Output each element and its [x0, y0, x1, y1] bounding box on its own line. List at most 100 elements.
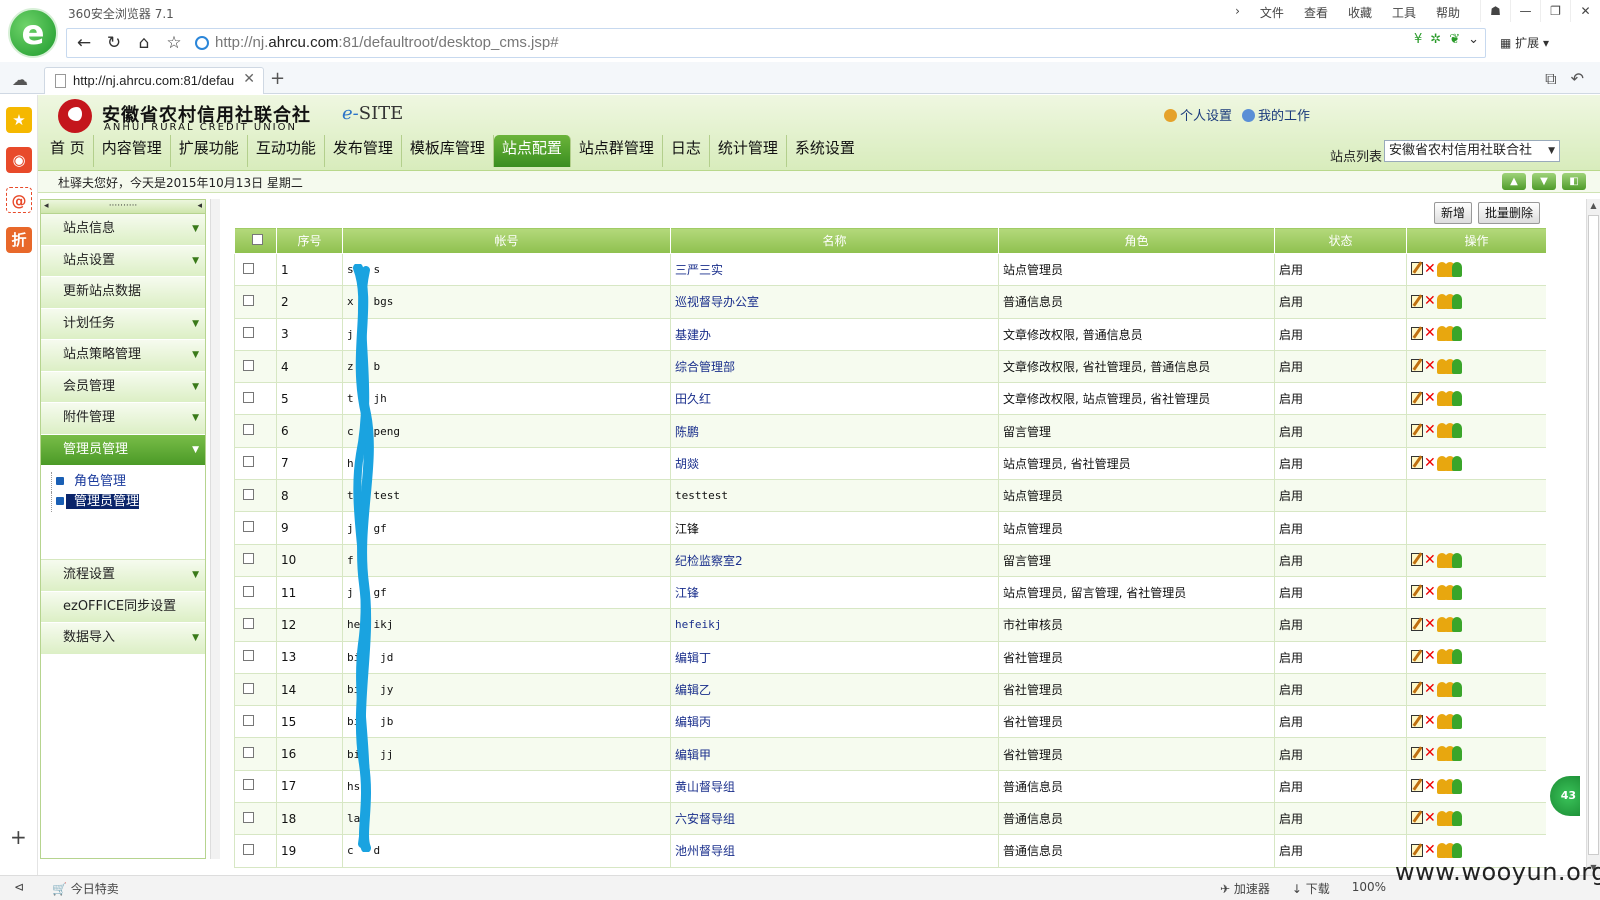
assign-role-icon[interactable]	[1436, 422, 1463, 439]
menu-arrow-icon[interactable]: ›	[1235, 4, 1240, 21]
edit-icon[interactable]	[1411, 262, 1423, 276]
table-row[interactable]: 11 j gf 江锋 站点管理员, 留言管理, 省社管理员 启用 ✕	[234, 575, 1546, 610]
cell-name[interactable]: 编辑乙	[670, 672, 999, 707]
leaf-icon[interactable]: ❦	[1449, 32, 1460, 47]
row-checkbox[interactable]	[243, 843, 254, 855]
edit-icon[interactable]	[1411, 682, 1423, 696]
sidebar-item-ezoffice-sync[interactable]: ezOFFICE同步设置	[41, 591, 205, 623]
delete-icon[interactable]: ✕	[1424, 423, 1436, 437]
batch-delete-button[interactable]: 批量删除	[1478, 202, 1541, 224]
assign-role-icon[interactable]	[1436, 713, 1463, 730]
refresh-icon[interactable]: ↻	[99, 29, 129, 57]
collapse-up-icon[interactable]: ▲	[1502, 173, 1526, 190]
sidebar-item-site-settings[interactable]: 站点设置 ▼	[41, 245, 205, 277]
delete-icon[interactable]: ✕	[1424, 294, 1436, 308]
sidebar-item-attachments[interactable]: 附件管理 ▼	[41, 403, 205, 435]
row-checkbox[interactable]	[243, 585, 254, 597]
edit-icon[interactable]	[1411, 714, 1423, 728]
edit-icon[interactable]	[1411, 294, 1423, 308]
nav-site-config[interactable]: 站点配置	[493, 135, 571, 167]
discount-icon[interactable]: 折	[6, 227, 32, 253]
side-menu-scrollbar[interactable]	[210, 199, 220, 859]
select-all-checkbox[interactable]	[252, 233, 263, 245]
add-button[interactable]: 新增	[1434, 202, 1473, 224]
cell-name[interactable]: 田久红	[670, 382, 999, 416]
site-list-select[interactable]: 安徽省农村信用社联合社	[1384, 140, 1560, 162]
scroll-thumb[interactable]	[1588, 215, 1599, 855]
plugin-icon[interactable]: ✲	[1430, 32, 1441, 47]
table-row[interactable]: 3j 基建办 文章修改权限, 普通信息员 启用 ✕	[234, 317, 1546, 351]
sidebar-sub-admin-mgmt[interactable]: 管理员管理	[51, 492, 205, 512]
scroll-up-icon[interactable]: ▲	[1587, 199, 1600, 213]
menu-favorites[interactable]: 收藏	[1348, 4, 1372, 21]
nav-system[interactable]: 系统设置	[787, 135, 863, 167]
column-header-status[interactable]: 状态	[1274, 227, 1407, 254]
edit-icon[interactable]	[1411, 456, 1423, 470]
page-scrollbar[interactable]: ▲ ▼	[1586, 199, 1600, 875]
new-tab-icon[interactable]: +	[270, 68, 285, 89]
cell-name[interactable]: 江锋	[670, 575, 999, 610]
delete-icon[interactable]: ✕	[1424, 746, 1436, 760]
table-row[interactable]: 2x bgs 巡视督导办公室 普通信息员 启用 ✕	[234, 285, 1546, 319]
speedup-icon[interactable]: ✈ 加速器	[1220, 880, 1270, 897]
row-checkbox[interactable]	[243, 617, 254, 629]
cell-name[interactable]: hefeikj	[670, 608, 999, 642]
column-header-role[interactable]: 角色	[998, 227, 1275, 254]
collapse-sidebar-icon[interactable]: ⊲	[14, 880, 24, 894]
delete-icon[interactable]: ✕	[1424, 391, 1436, 405]
tab-active[interactable]: http://nj.ahrcu.com:81/defau ✕	[44, 67, 264, 94]
nav-content[interactable]: 内容管理	[94, 135, 171, 167]
expand-down-icon[interactable]: ▼	[1532, 173, 1556, 190]
nav-logs[interactable]: 日志	[663, 135, 710, 167]
menu-file[interactable]: 文件	[1260, 4, 1284, 21]
menu-view[interactable]: 查看	[1304, 4, 1328, 21]
sidebar-item-site-info[interactable]: 站点信息 ▼	[41, 214, 205, 246]
cell-name[interactable]: 池州督导组	[670, 834, 999, 868]
assign-role-icon[interactable]	[1436, 358, 1463, 374]
url-text[interactable]: http://nj.ahrcu.com:81/defaultroot/deskt…	[215, 34, 559, 51]
row-checkbox[interactable]	[243, 262, 254, 274]
assign-role-icon[interactable]	[1436, 390, 1463, 407]
assign-role-icon[interactable]	[1436, 810, 1463, 826]
edit-icon[interactable]	[1411, 811, 1423, 825]
skin-icon[interactable]: ☗	[1480, 0, 1510, 22]
nav-stats[interactable]: 统计管理	[710, 135, 787, 167]
assign-role-icon[interactable]	[1436, 325, 1463, 342]
sidebar-sub-role-mgmt[interactable]: 角色管理	[51, 472, 205, 492]
cell-name[interactable]: 编辑甲	[670, 737, 999, 771]
split-view-icon[interactable]: ◧	[1562, 173, 1586, 190]
nav-extensions[interactable]: 扩展功能	[171, 135, 248, 167]
table-row[interactable]: 14 bi jy 编辑乙 省社管理员 启用 ✕	[234, 672, 1546, 707]
yen-icon[interactable]: ¥	[1414, 32, 1422, 47]
cell-name[interactable]: 陈鹏	[670, 414, 999, 448]
add-sidebar-icon[interactable]: +	[10, 825, 27, 849]
assign-role-icon[interactable]	[1436, 778, 1463, 794]
assign-role-icon[interactable]	[1436, 552, 1463, 568]
delete-icon[interactable]: ✕	[1424, 456, 1436, 470]
column-header-name[interactable]: 名称	[670, 227, 999, 254]
delete-icon[interactable]: ✕	[1424, 326, 1436, 340]
back-arrow-icon[interactable]: ←	[69, 29, 99, 57]
table-row[interactable]: 12 he ikj hefeikj 市社审核员 启用 ✕	[234, 608, 1546, 642]
edit-icon[interactable]	[1411, 746, 1423, 760]
nav-home[interactable]: 首 页	[42, 135, 94, 167]
cell-name[interactable]: 黄山督导组	[670, 769, 999, 804]
table-row[interactable]: 16 bi jj 编辑甲 省社管理员 启用 ✕	[234, 737, 1546, 771]
nav-publish[interactable]: 发布管理	[325, 135, 402, 167]
table-row[interactable]: 15 bi jb 编辑丙 省社管理员 启用 ✕	[234, 705, 1546, 739]
zoom-level[interactable]: 100%	[1352, 880, 1386, 897]
edit-icon[interactable]	[1411, 359, 1423, 373]
row-checkbox[interactable]	[243, 747, 254, 759]
assign-role-icon[interactable]	[1436, 584, 1463, 600]
assign-role-icon[interactable]	[1436, 616, 1463, 633]
edit-icon[interactable]	[1411, 779, 1423, 793]
row-checkbox[interactable]	[243, 811, 254, 823]
delete-icon[interactable]: ✕	[1424, 779, 1436, 793]
favorites-star-icon[interactable]: ★	[6, 107, 32, 133]
close-button[interactable]: ✕	[1570, 0, 1600, 22]
assign-role-icon[interactable]	[1436, 745, 1463, 762]
table-row[interactable]: 7h y 胡燚 站点管理员, 省社管理员 启用 ✕	[234, 446, 1546, 481]
row-checkbox[interactable]	[243, 488, 254, 500]
edit-icon[interactable]	[1411, 585, 1423, 599]
delete-icon[interactable]: ✕	[1424, 553, 1436, 567]
